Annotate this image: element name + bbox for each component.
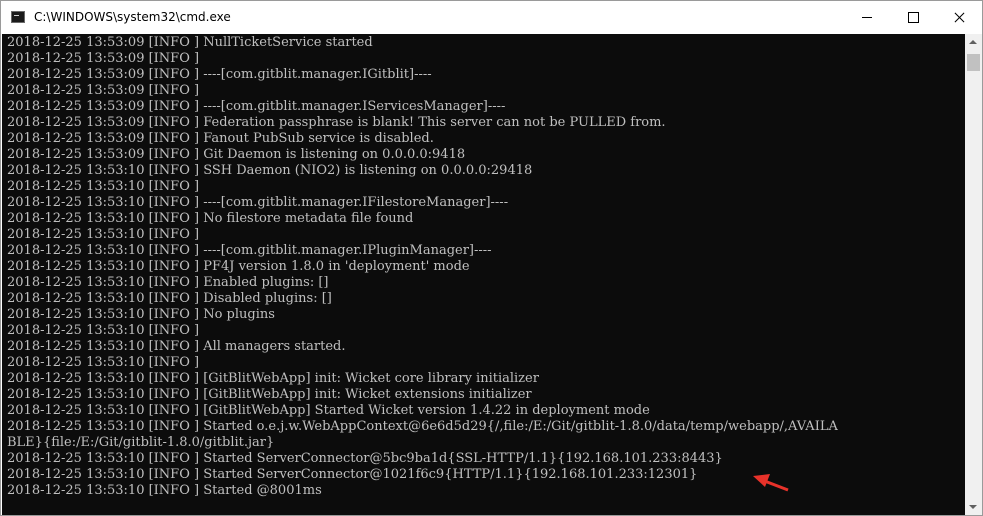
console-line: 2018-12-25 13:53:10 [INFO ] [GitBlitWebA… xyxy=(7,371,539,386)
console-line: 2018-12-25 13:53:10 [INFO ] PF4J version… xyxy=(7,259,470,274)
minimize-icon xyxy=(862,17,872,18)
console-line: 2018-12-25 13:53:10 [INFO ] [GitBlitWebA… xyxy=(7,387,532,402)
console-line: 2018-12-25 13:53:10 [INFO ] Disabled plu… xyxy=(7,291,332,306)
console-line: 2018-12-25 13:53:09 [INFO ] Fanout PubSu… xyxy=(7,131,434,146)
console-line: 2018-12-25 13:53:10 [INFO ] xyxy=(7,323,200,338)
console-line: 2018-12-25 13:53:10 [INFO ] All managers… xyxy=(7,339,346,354)
scroll-down-button[interactable] xyxy=(965,498,982,515)
close-button[interactable] xyxy=(936,1,982,34)
console-line: 2018-12-25 13:53:10 [INFO ] Enabled plug… xyxy=(7,275,329,290)
console-line: 2018-12-25 13:53:10 [INFO ] ----[com.git… xyxy=(7,195,509,210)
console-line: 2018-12-25 13:53:09 [INFO ] xyxy=(7,51,200,66)
console-line: BLE}{file:/E:/Git/gitblit-1.8.0/gitblit.… xyxy=(7,435,275,450)
console-line: 2018-12-25 13:53:09 [INFO ] xyxy=(7,83,200,98)
maximize-button[interactable] xyxy=(890,1,936,34)
console-line: 2018-12-25 13:53:10 [INFO ] Started @800… xyxy=(7,483,322,498)
cmd-icon xyxy=(11,11,25,23)
console-line: 2018-12-25 13:53:10 [INFO ] SSH Daemon (… xyxy=(7,163,533,178)
console-line: 2018-12-25 13:53:10 [INFO ] [GitBlitWebA… xyxy=(7,403,650,418)
console-line: 2018-12-25 13:53:10 [INFO ] Started Serv… xyxy=(7,467,698,482)
console-line: 2018-12-25 13:53:10 [INFO ] ----[com.git… xyxy=(7,243,492,258)
console-line: 2018-12-25 13:53:09 [INFO ] NullTicketSe… xyxy=(7,35,373,50)
console-line: 2018-12-25 13:53:10 [INFO ] Started o.e.… xyxy=(7,419,838,434)
console-line: 2018-12-25 13:53:09 [INFO ] Git Daemon i… xyxy=(7,147,466,162)
scroll-up-button[interactable] xyxy=(965,34,982,51)
console-line: 2018-12-25 13:53:10 [INFO ] xyxy=(7,355,200,370)
minimize-button[interactable] xyxy=(844,1,890,34)
vertical-scrollbar[interactable] xyxy=(965,34,982,515)
scroll-thumb[interactable] xyxy=(967,54,980,71)
title-bar[interactable]: C:\WINDOWS\system32\cmd.exe xyxy=(1,1,982,34)
console-line: 2018-12-25 13:53:10 [INFO ] xyxy=(7,179,200,194)
close-icon xyxy=(954,12,965,23)
console-line: 2018-12-25 13:53:10 [INFO ] No filestore… xyxy=(7,211,414,226)
console-lines: 2018-12-25 13:53:09 [INFO ] NullTicketSe… xyxy=(7,35,838,499)
console-line: 2018-12-25 13:53:09 [INFO ] Federation p… xyxy=(7,115,666,130)
console-line: 2018-12-25 13:53:10 [INFO ] xyxy=(7,227,200,242)
chevron-up-icon xyxy=(969,40,977,44)
console-line: 2018-12-25 13:53:09 [INFO ] ----[com.git… xyxy=(7,99,506,114)
cmd-window: C:\WINDOWS\system32\cmd.exe 2018-12-25 1… xyxy=(0,0,983,516)
window-title: C:\WINDOWS\system32\cmd.exe xyxy=(34,10,231,24)
console-line: 2018-12-25 13:53:10 [INFO ] Started Serv… xyxy=(7,451,723,466)
console-output[interactable]: 2018-12-25 13:53:09 [INFO ] NullTicketSe… xyxy=(2,34,965,515)
maximize-icon xyxy=(907,12,919,23)
chevron-down-icon xyxy=(969,505,977,509)
console-line: 2018-12-25 13:53:09 [INFO ] ----[com.git… xyxy=(7,67,432,82)
console-line: 2018-12-25 13:53:10 [INFO ] No plugins xyxy=(7,307,275,322)
